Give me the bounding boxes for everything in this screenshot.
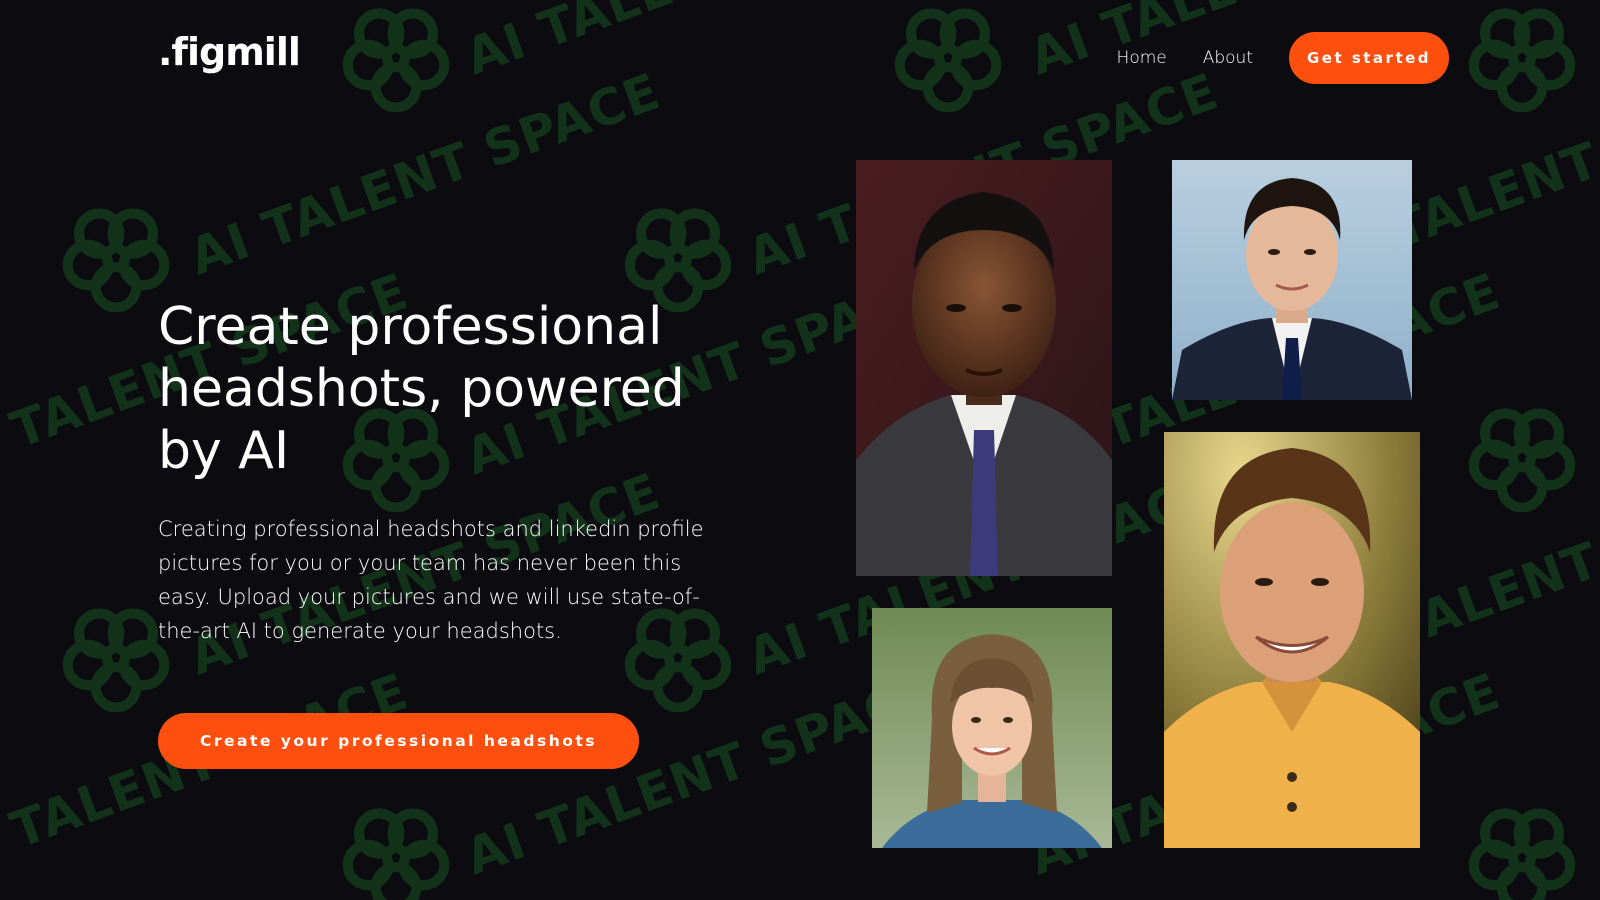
brain-watermark-icon bbox=[342, 8, 450, 112]
figmill-logo[interactable]: .figmill bbox=[158, 30, 301, 74]
headshot-young-man-blue-suit-photo bbox=[1172, 160, 1412, 400]
brain-watermark-icon bbox=[62, 608, 170, 712]
watermark-text: AI TALENT SPACE bbox=[182, 62, 668, 287]
brain-watermark-icon bbox=[62, 208, 170, 312]
hero-description: Creating professional headshots and link… bbox=[158, 517, 704, 643]
brain-watermark-icon bbox=[1468, 808, 1576, 900]
nav-link-about[interactable]: About bbox=[1203, 48, 1253, 68]
watermark-text: AI TALENT SPACE bbox=[0, 662, 416, 887]
brain-watermark-icon bbox=[342, 808, 450, 900]
headshot-smiling-man-yellow-polo-photo bbox=[1164, 432, 1420, 848]
watermark-text: AI TALENT SPACE bbox=[458, 662, 944, 887]
headshot-man-dark-suit-photo bbox=[856, 160, 1112, 576]
watermark-text: AI TALENT SPACE bbox=[458, 0, 944, 86]
brain-watermark-icon bbox=[1468, 408, 1576, 512]
hero-title: Create professional headshots, powered b… bbox=[158, 297, 685, 481]
brain-watermark-icon bbox=[1468, 8, 1576, 112]
brain-watermark-icon bbox=[894, 8, 1002, 112]
nav-link-home[interactable]: Home bbox=[1117, 48, 1167, 68]
headshot-woman-bangs-photo bbox=[872, 608, 1112, 848]
get-started-button[interactable]: Get started bbox=[1289, 32, 1449, 84]
top-nav: Home About Get started bbox=[1117, 32, 1449, 84]
landing-page: AI TALENT SPACE AI TALENT SPACE AI TALEN… bbox=[0, 0, 1600, 900]
create-headshots-button[interactable]: Create your professional headshots bbox=[158, 713, 639, 769]
